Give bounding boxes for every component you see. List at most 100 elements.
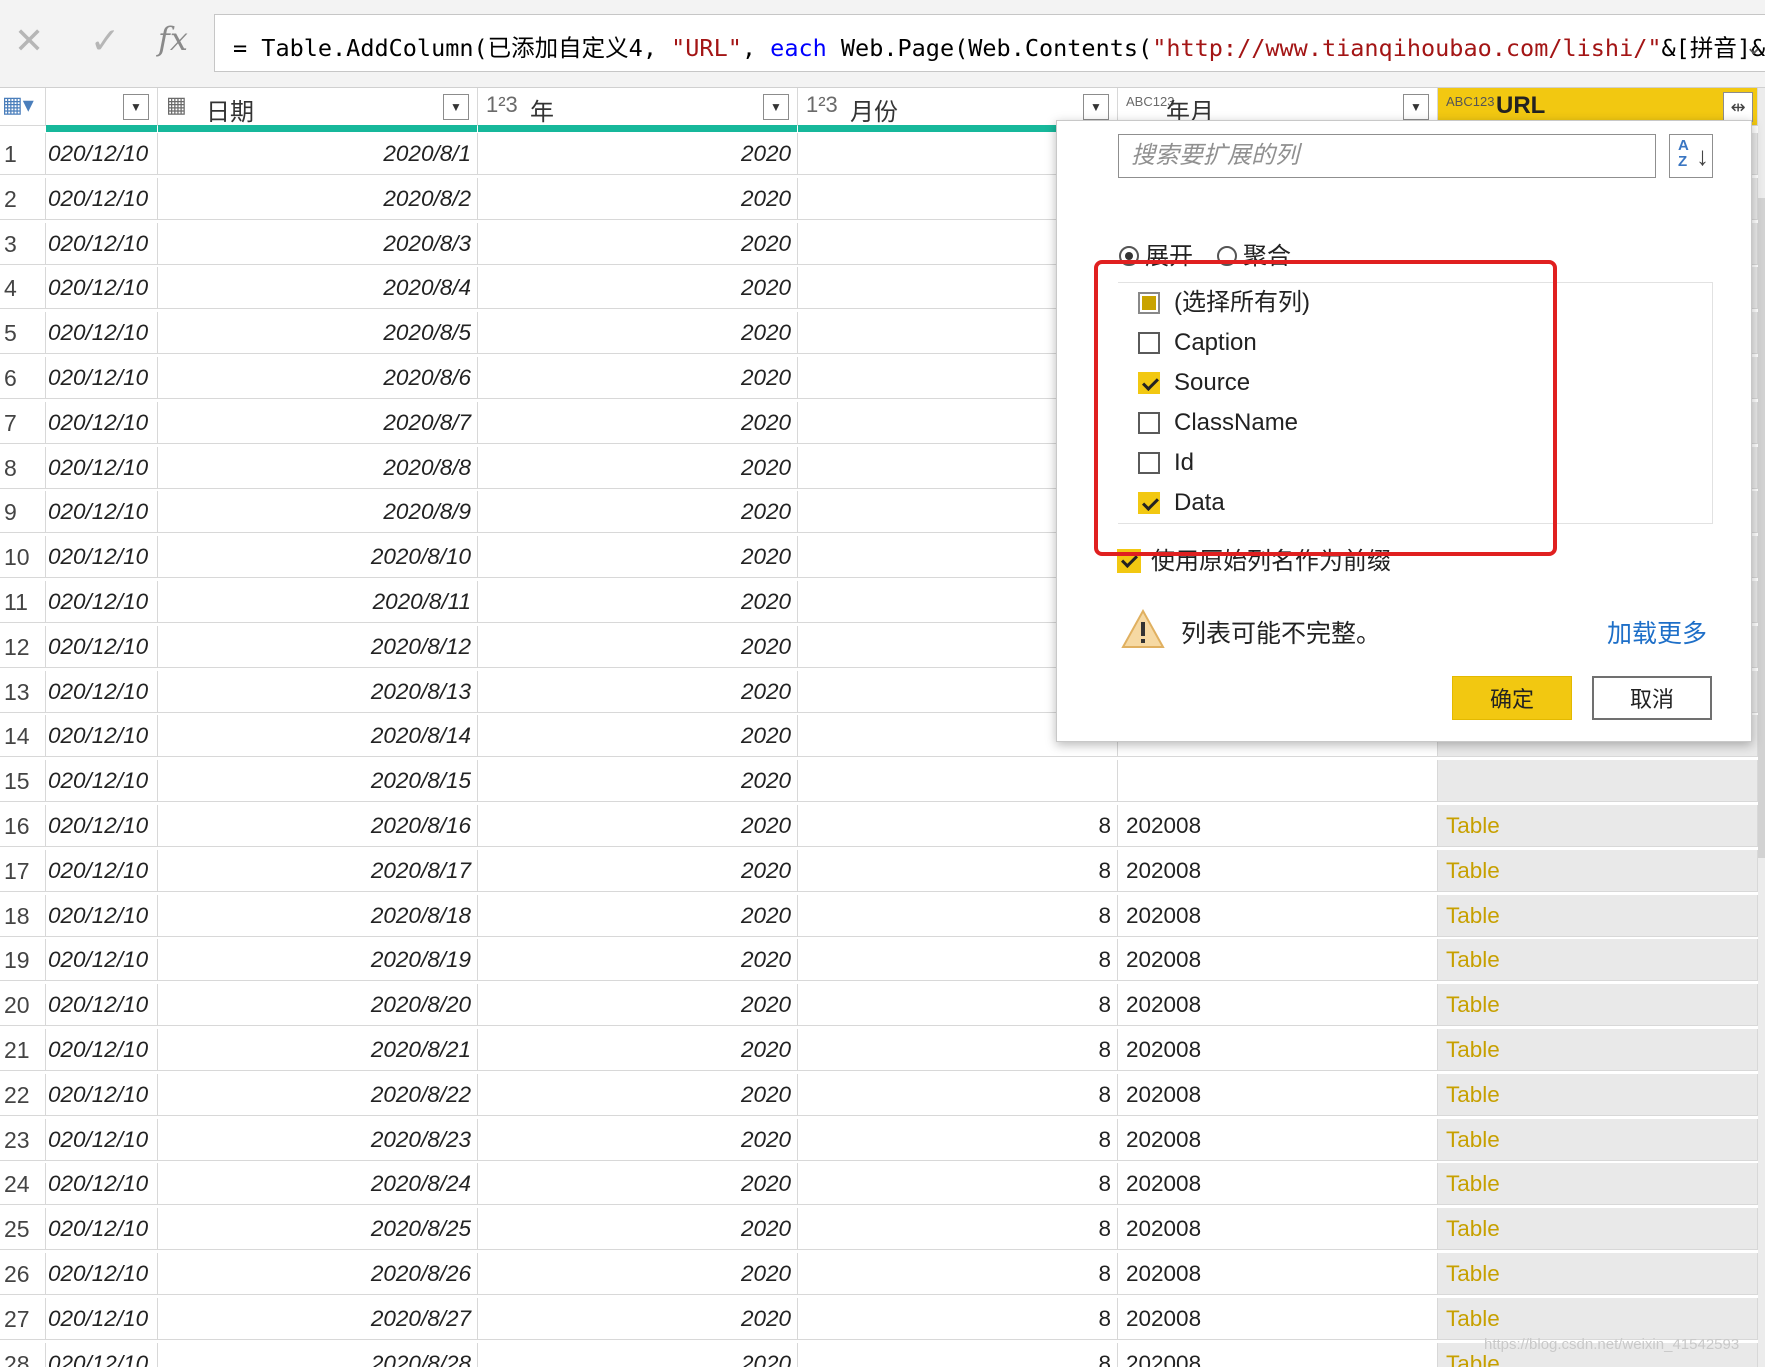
cell-year: 2020 <box>478 133 798 175</box>
cell-yearmonth: 202008 <box>1118 939 1438 982</box>
cell-partial-date: 020/12/10 <box>46 357 158 399</box>
table-row: 23 020/12/10 2020/8/23 2020 8 202008 Table <box>0 1118 1765 1161</box>
row-number: 12 <box>0 625 46 668</box>
radio-expand[interactable]: 展开 <box>1119 236 1193 271</box>
column-filter-button[interactable]: ▼ <box>123 94 149 120</box>
checkbox-label: ClassName <box>1174 409 1299 436</box>
any-type-icon[interactable]: ABC123 <box>1446 95 1494 108</box>
radio-aggregate[interactable]: 聚合 <box>1217 236 1291 271</box>
load-more-link[interactable]: 加载更多 <box>1607 614 1707 650</box>
cell-year: 2020 <box>478 177 798 220</box>
scrollbar-thumb[interactable] <box>1758 198 1765 858</box>
checkbox-source[interactable]: Source <box>1138 363 1250 403</box>
checkbox-caption[interactable]: Caption <box>1138 323 1257 363</box>
cell-url[interactable]: Table <box>1438 939 1758 982</box>
cell-partial-date: 020/12/10 <box>46 222 158 265</box>
row-number: 18 <box>0 894 46 937</box>
cell-partial-date: 020/12/10 <box>46 1297 158 1340</box>
column-filter-button[interactable]: ▼ <box>1083 94 1109 120</box>
cell-partial-date: 020/12/10 <box>46 133 158 175</box>
cell-date: 2020/8/18 <box>158 894 478 937</box>
formula-input[interactable]: = Table.AddColumn(已添加自定义4, "URL", each W… <box>214 14 1765 72</box>
row-number: 13 <box>0 670 46 713</box>
cell-year: 2020 <box>478 625 798 668</box>
formula-keyword: each <box>770 34 827 62</box>
cell-date: 2020/8/21 <box>158 1029 478 1071</box>
checkbox-select-all[interactable]: (选择所有列) <box>1138 283 1310 323</box>
row-number: 19 <box>0 939 46 982</box>
cell-url[interactable]: Table <box>1438 1163 1758 1206</box>
cell-yearmonth: 202008 <box>1118 984 1438 1027</box>
checkbox-classname[interactable]: ClassName <box>1138 403 1298 443</box>
cell-url[interactable]: Table <box>1438 1073 1758 1116</box>
cell-date: 2020/8/20 <box>158 984 478 1027</box>
use-prefix-option[interactable]: 使用原始列名作为前缀 <box>1117 541 1391 576</box>
checkbox[interactable] <box>1138 372 1160 394</box>
cell-url[interactable]: Table <box>1438 849 1758 892</box>
table-icon: ▦▾ <box>2 92 34 117</box>
cell-partial-date: 020/12/10 <box>46 312 158 355</box>
cell-year: 2020 <box>478 581 798 623</box>
cell-year: 2020 <box>478 267 798 310</box>
column-header-date[interactable]: ▦ 日期 ▼ <box>158 88 478 132</box>
column-filter-button[interactable]: ▼ <box>763 94 789 120</box>
cell-date: 2020/8/13 <box>158 670 478 713</box>
cell-url[interactable]: Table <box>1438 1118 1758 1161</box>
chevron-down-icon[interactable]: ⌄ <box>1745 34 1763 60</box>
column-filter-button[interactable]: ▼ <box>1403 94 1429 120</box>
checkbox[interactable] <box>1138 492 1160 514</box>
cell-month: 8 <box>798 805 1118 847</box>
fx-icon[interactable]: fx <box>158 20 188 58</box>
cell-date: 2020/8/5 <box>158 312 478 355</box>
cell-year: 2020 <box>478 984 798 1027</box>
cell-date: 2020/8/9 <box>158 491 478 534</box>
cell-partial-date: 020/12/10 <box>46 1118 158 1161</box>
table-row: 21 020/12/10 2020/8/21 2020 8 202008 Table <box>0 1029 1765 1071</box>
checkbox[interactable] <box>1138 332 1160 354</box>
sort-button[interactable]: AZ ↓ <box>1669 134 1713 178</box>
vertical-scrollbar[interactable] <box>1758 88 1765 1367</box>
number-type-icon[interactable]: 1²3 <box>806 92 838 118</box>
radio-button[interactable] <box>1119 246 1139 266</box>
column-header-partial[interactable]: ▼ <box>46 88 158 132</box>
quality-bar <box>478 125 797 132</box>
table-row: 25 020/12/10 2020/8/25 2020 8 202008 Table <box>0 1208 1765 1251</box>
column-filter-button[interactable]: ▼ <box>443 94 469 120</box>
calendar-icon[interactable]: ▦ <box>166 92 187 118</box>
formula-text-mid: , <box>741 34 771 62</box>
checkbox[interactable] <box>1138 292 1160 314</box>
table-menu-button[interactable]: ▦▾ <box>0 88 46 126</box>
cell-url[interactable]: Table <box>1438 1029 1758 1071</box>
checkbox[interactable] <box>1138 412 1160 434</box>
cell-url[interactable]: Table <box>1438 1208 1758 1251</box>
checkbox-id[interactable]: Id <box>1138 443 1194 483</box>
table-row: 16 020/12/10 2020/8/16 2020 8 202008 Table <box>0 805 1765 847</box>
cell-url[interactable]: Table <box>1438 984 1758 1027</box>
cell-partial-date: 020/12/10 <box>46 1208 158 1251</box>
cell-url[interactable]: Table <box>1438 805 1758 847</box>
check-icon[interactable]: ✓ <box>90 20 120 62</box>
checkbox-data[interactable]: Data <box>1138 483 1225 523</box>
column-checklist: (选择所有列) Caption Source ClassName Id Data <box>1118 282 1713 524</box>
ok-button[interactable]: 确定 <box>1452 676 1572 720</box>
cell-partial-date: 020/12/10 <box>46 401 158 444</box>
cell-date: 2020/8/28 <box>158 1342 478 1367</box>
checkbox[interactable] <box>1117 549 1141 573</box>
cell-url[interactable]: Table <box>1438 1253 1758 1295</box>
checkbox[interactable] <box>1138 452 1160 474</box>
cell-partial-date: 020/12/10 <box>46 1342 158 1367</box>
cell-partial-date: 020/12/10 <box>46 849 158 892</box>
cell-year: 2020 <box>478 1342 798 1367</box>
radio-button[interactable] <box>1217 246 1237 266</box>
number-type-icon[interactable]: 1²3 <box>486 92 518 118</box>
expand-column-button[interactable]: ⇹ <box>1723 92 1753 122</box>
cell-url[interactable]: Table <box>1438 894 1758 937</box>
close-icon[interactable]: ✕ <box>14 20 44 62</box>
column-header-year[interactable]: 1²3 年 ▼ <box>478 88 798 132</box>
cell-month: 8 <box>798 894 1118 937</box>
cell-partial-date: 020/12/10 <box>46 1253 158 1295</box>
cancel-button[interactable]: 取消 <box>1592 676 1712 720</box>
search-input[interactable] <box>1119 135 1655 177</box>
checkbox-label: Id <box>1174 449 1195 476</box>
cell-url[interactable]: Table <box>1438 1297 1758 1340</box>
